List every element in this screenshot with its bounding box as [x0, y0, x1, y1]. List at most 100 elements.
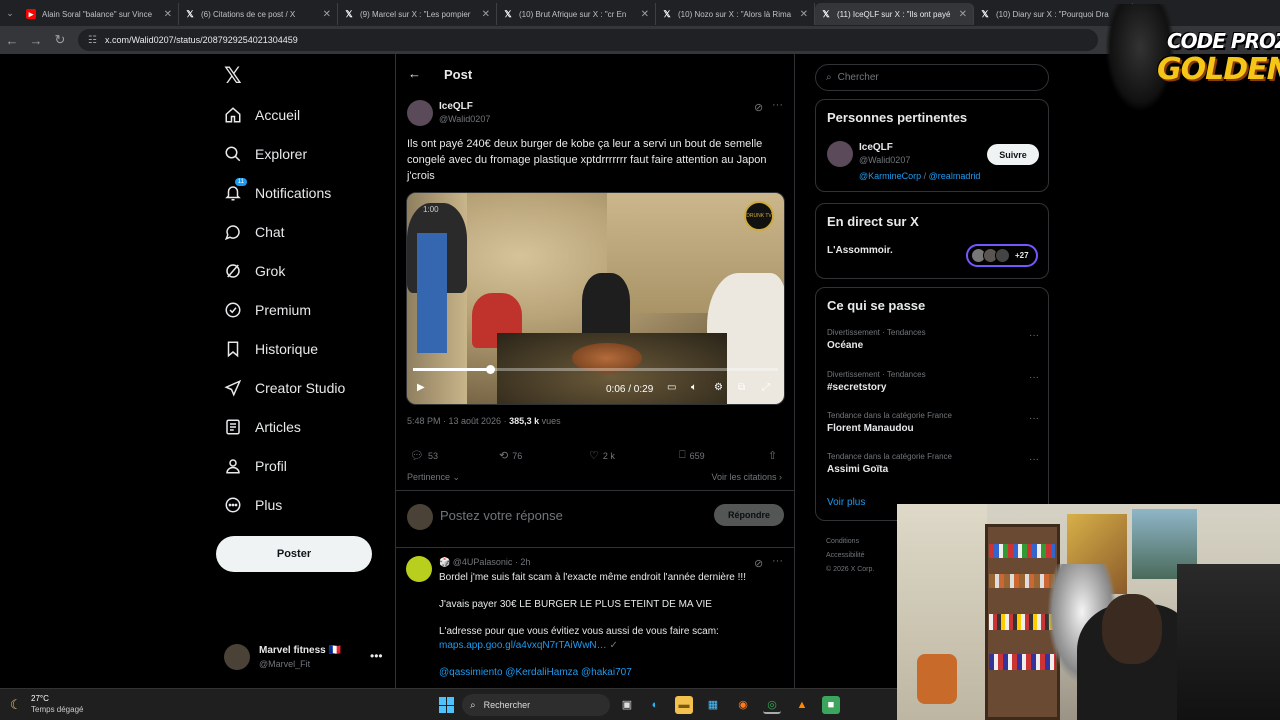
nav-item-home[interactable]: Accueil	[224, 100, 300, 130]
more-icon[interactable]: ···	[1029, 454, 1039, 465]
browser-tab[interactable]: 𝕏 (6) Citations de ce post / X ✕	[179, 3, 338, 25]
avatar[interactable]	[406, 556, 432, 582]
back-arrow-icon[interactable]: ←	[408, 66, 421, 81]
more-icon[interactable]: ···	[772, 99, 783, 111]
nav-item-explore[interactable]: Explorer	[224, 139, 307, 169]
reload-icon[interactable]: ↻	[48, 32, 72, 48]
tab-title: (10) Diary sur X : "Pourquoi Dra	[996, 9, 1109, 19]
windows-start-icon[interactable]	[439, 697, 455, 713]
moon-weather-icon[interactable]: ☾	[10, 697, 22, 713]
site-settings-icon[interactable]: ☷	[88, 35, 97, 46]
nav-item-premium[interactable]: Premium	[224, 295, 311, 325]
bookmark-icon	[224, 340, 242, 358]
trend-item[interactable]: Tendance dans la catégorie France Floren…	[827, 411, 1039, 434]
bio-link[interactable]: @KarmineCorp	[859, 171, 921, 181]
play-icon[interactable]: ▶	[417, 382, 425, 393]
close-icon[interactable]: ✕	[800, 9, 808, 20]
share-action[interactable]: ⇧	[768, 449, 781, 462]
follow-button[interactable]: Suivre	[987, 144, 1039, 165]
close-icon[interactable]: ✕	[641, 9, 649, 20]
avatar[interactable]	[407, 100, 433, 126]
grok-icon[interactable]: ⊘	[754, 557, 763, 570]
account-switcher[interactable]: Marvel fitness 🇫🇷 @Marvel_Fit •••	[224, 642, 384, 674]
browser-tab-active[interactable]: 𝕏 (11) IceQLF sur X : "Ils ont payé ✕	[815, 3, 974, 25]
weather-temperature[interactable]: 27°C	[31, 694, 49, 703]
reply-button[interactable]: Répondre	[714, 504, 784, 526]
weather-description[interactable]: Temps dégagé	[31, 705, 83, 714]
browser-tab[interactable]: ▸ Alain Soral "balance" sur Vince ✕	[20, 3, 179, 25]
volume-icon[interactable]: 🔈︎	[691, 382, 697, 393]
view-quotes-link[interactable]: Voir les citations ›	[711, 472, 782, 482]
more-icon[interactable]: ···	[1029, 372, 1039, 383]
firefox-icon[interactable]: ◉	[734, 696, 752, 714]
settings-icon[interactable]: ⚙	[714, 382, 723, 393]
close-icon[interactable]: ✕	[323, 9, 331, 20]
nav-item-profile[interactable]: Profil	[224, 451, 287, 481]
like-action[interactable]: ♡ 2 k	[589, 449, 615, 462]
url-field[interactable]: ☷ x.com/Walid0207/status/208792925402130…	[78, 29, 1098, 51]
close-icon[interactable]: ✕	[482, 9, 490, 20]
reply-mentions[interactable]: @qassimiento @KerdaliHamza @hakai707	[439, 667, 632, 678]
edge-icon[interactable]: ◐	[646, 696, 664, 714]
bookmark-action[interactable]: ⎕ 659	[679, 449, 705, 462]
nav-item-creator-studio[interactable]: Creator Studio	[224, 373, 345, 403]
live-space-name[interactable]: L'Assommoir.	[827, 245, 893, 256]
task-view-icon[interactable]: ▣	[618, 696, 636, 714]
app-icon[interactable]: ■	[822, 696, 840, 714]
forward-icon[interactable]: →	[24, 33, 48, 48]
taskbar-search[interactable]: ⌕ Rechercher	[462, 694, 610, 716]
back-icon[interactable]: ←	[0, 33, 24, 48]
browser-tab[interactable]: 𝕏 (10) Nozo sur X : "Alors là Rima ✕	[656, 3, 815, 25]
see-more-link[interactable]: Voir plus	[827, 497, 865, 508]
person-name[interactable]: IceQLF	[859, 142, 893, 153]
trend-item[interactable]: Divertissement · Tendances Océane ···	[827, 328, 1039, 351]
footer-link[interactable]: Accessibilité	[826, 549, 906, 563]
reply-author[interactable]: 🎲 @4UPalasonic · 2h	[439, 557, 530, 568]
video-progress-bar[interactable]	[413, 365, 778, 374]
browser-tab[interactable]: 𝕏 (10) Brut Afrique sur X : "cr En ✕	[497, 3, 656, 25]
video-scrub-handle[interactable]	[485, 365, 495, 374]
grok-icon[interactable]: ⊘	[754, 101, 763, 114]
trend-item[interactable]: Tendance dans la catégorie France Assimi…	[827, 452, 1039, 475]
bio-link[interactable]: @realmadrid	[929, 171, 981, 181]
nav-item-more[interactable]: Plus	[224, 490, 282, 520]
tweet-time[interactable]: 5:48 PM · 13 août 2026 ·	[407, 416, 509, 426]
x-logo-icon[interactable]: 𝕏	[224, 64, 242, 89]
post-button[interactable]: Poster	[216, 536, 372, 572]
vlc-icon[interactable]: ▲	[793, 696, 811, 714]
footer-link[interactable]: Conditions	[826, 535, 906, 549]
pip-icon[interactable]: ⧉	[738, 382, 745, 393]
repost-action[interactable]: ⟲ 76	[499, 449, 522, 462]
author-name[interactable]: IceQLF	[439, 101, 473, 112]
file-explorer-icon[interactable]: ▬	[675, 696, 693, 714]
video-player[interactable]: 1:00 DRUNK TV ▶ 0:06 / 0:29 ▭ 🔈︎ ⚙ ⧉ ⤢	[406, 192, 785, 405]
chrome-icon[interactable]: ◎	[763, 696, 781, 714]
close-icon[interactable]: ✕	[959, 9, 967, 20]
search-input[interactable]: ⌕ Chercher	[815, 64, 1049, 91]
reply-link[interactable]: maps.app.goo.gl/a4vxqN7rTAiWwN… ✓	[439, 640, 618, 651]
nav-item-chat[interactable]: Chat	[224, 217, 285, 247]
browser-tab[interactable]: 𝕏 (9) Marcel sur X : "Les pompier ✕	[338, 3, 497, 25]
tab-title: (10) Nozo sur X : "Alors là Rima	[678, 9, 792, 19]
captions-icon[interactable]: ▭	[667, 382, 676, 393]
avatar[interactable]	[827, 141, 853, 167]
reply-action[interactable]: 💬︎ 53	[410, 449, 438, 462]
author-handle[interactable]: @Walid0207	[439, 114, 490, 124]
sort-dropdown[interactable]: Pertinence ⌄	[407, 472, 460, 483]
more-icon[interactable]: ···	[772, 555, 783, 567]
reply-input[interactable]: Postez votre réponse	[440, 508, 563, 523]
close-icon[interactable]: ✕	[164, 9, 172, 20]
live-participants[interactable]: +27	[966, 244, 1038, 267]
more-icon[interactable]: ···	[1029, 413, 1039, 424]
more-icon[interactable]: •••	[370, 649, 383, 663]
nav-item-articles[interactable]: Articles	[224, 412, 301, 442]
person-handle[interactable]: @Walid0207	[859, 155, 910, 165]
trend-item[interactable]: Divertissement · Tendances #secretstory …	[827, 370, 1039, 393]
nav-item-history[interactable]: Historique	[224, 334, 318, 364]
nav-item-grok[interactable]: Grok	[224, 256, 285, 286]
fullscreen-icon[interactable]: ⤢	[762, 382, 770, 393]
tab-search-icon[interactable]: ⌄	[0, 8, 20, 19]
nav-item-notifications[interactable]: 11 Notifications	[224, 178, 331, 208]
more-icon[interactable]: ···	[1029, 330, 1039, 341]
store-icon[interactable]: ▦	[704, 696, 722, 714]
